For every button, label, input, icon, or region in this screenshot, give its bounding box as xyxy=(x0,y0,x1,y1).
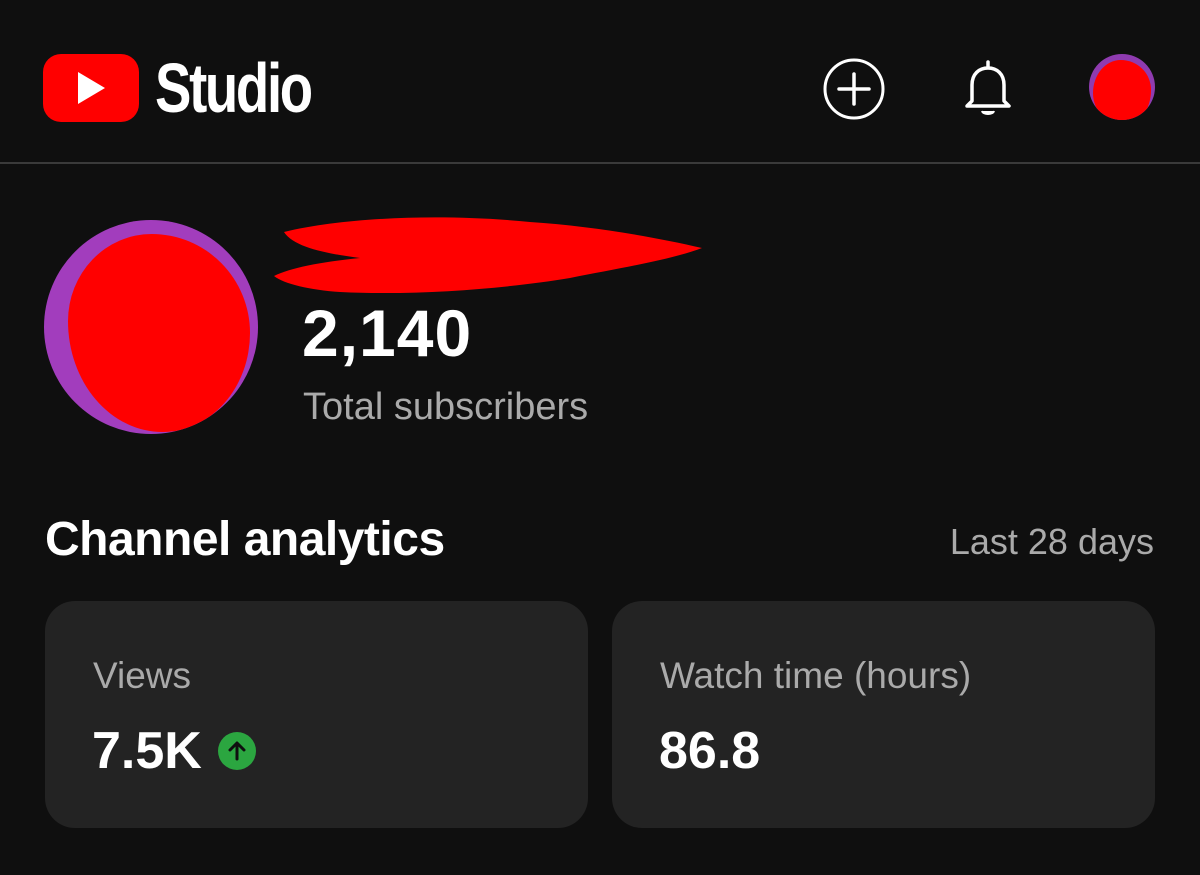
views-card[interactable]: Views 7.5K xyxy=(45,601,588,828)
account-avatar xyxy=(1089,54,1155,120)
logo-text: Studio xyxy=(155,49,313,127)
redaction-scribble xyxy=(68,234,250,432)
analytics-title: Channel analytics xyxy=(45,513,445,566)
account-button[interactable] xyxy=(1087,54,1157,128)
create-plus-icon xyxy=(823,58,885,120)
subscriber-count: 2,140 xyxy=(302,296,473,370)
studio-logo[interactable]: Studio xyxy=(43,53,355,123)
period-label: Last 28 days xyxy=(949,521,1154,562)
subscriber-label: Total subscribers xyxy=(303,386,589,428)
channel-avatar[interactable] xyxy=(44,220,258,434)
studio-dashboard: Studio 2,140 Total subscribers Channel a… xyxy=(0,0,1200,875)
watch-time-value-row: 86.8 xyxy=(659,725,760,777)
views-value: 7.5K xyxy=(92,722,202,780)
notifications-button[interactable] xyxy=(956,55,1020,121)
views-value-row: 7.5K xyxy=(92,725,256,777)
watch-time-card[interactable]: Watch time (hours) 86.8 xyxy=(612,601,1155,828)
create-button[interactable] xyxy=(822,57,886,121)
trend-up-icon xyxy=(217,732,256,770)
redaction-scribble xyxy=(1093,60,1151,120)
views-label: Views xyxy=(93,655,192,696)
channel-name-redaction xyxy=(274,217,702,294)
watch-time-label: Watch time (hours) xyxy=(660,655,972,696)
youtube-play-icon xyxy=(43,54,139,122)
bell-icon xyxy=(965,60,1011,115)
watch-time-value: 86.8 xyxy=(659,722,761,780)
top-app-bar: Studio xyxy=(0,0,1200,164)
